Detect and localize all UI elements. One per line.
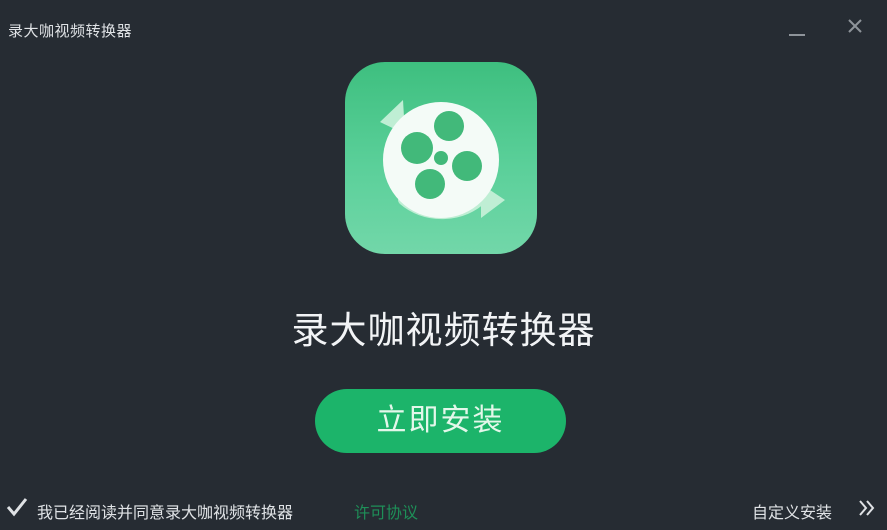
- minimize-button[interactable]: [784, 12, 812, 40]
- app-logo: [345, 62, 537, 254]
- checkmark-icon: [6, 498, 28, 517]
- installer-window: 录大咖视频转换器 录大咖视频转换器 立即安装 我已经阅读并同意录大咖视频转换器 …: [0, 0, 887, 530]
- close-button[interactable]: [841, 12, 869, 40]
- close-icon: [848, 19, 862, 33]
- minimize-icon: [789, 34, 805, 36]
- window-title: 录大咖视频转换器: [8, 22, 133, 40]
- film-reel-convert-icon: [380, 100, 505, 220]
- agree-checkbox[interactable]: [6, 496, 28, 518]
- app-name-heading: 录大咖视频转换器: [291, 309, 596, 352]
- double-chevron-right-icon[interactable]: [857, 498, 877, 518]
- install-now-button[interactable]: 立即安装: [315, 389, 566, 453]
- custom-install-link[interactable]: 自定义安装: [752, 499, 832, 523]
- license-agreement-link[interactable]: 许可协议: [354, 499, 418, 523]
- agree-label: 我已经阅读并同意录大咖视频转换器: [37, 503, 294, 522]
